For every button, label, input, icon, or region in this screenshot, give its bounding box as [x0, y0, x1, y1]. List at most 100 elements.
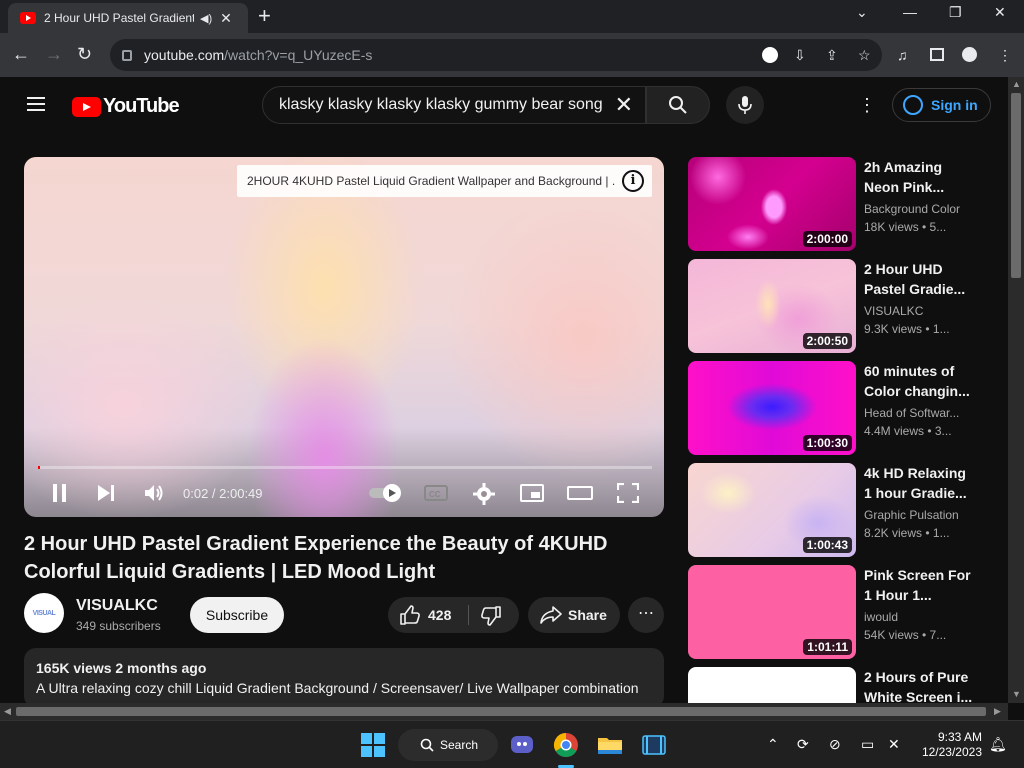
vertical-scrollbar[interactable]: ▲ ▼: [1008, 77, 1024, 703]
horizontal-scroll-thumb[interactable]: [16, 707, 986, 716]
clear-search-icon[interactable]: ✕: [615, 93, 633, 117]
miniplayer-icon[interactable]: [520, 483, 544, 503]
settings-gear-icon[interactable]: [473, 483, 495, 505]
new-tab-button[interactable]: +: [258, 5, 271, 27]
install-app-icon[interactable]: ⇩: [794, 47, 806, 64]
reload-button[interactable]: ↻: [77, 43, 92, 65]
scroll-down-arrow-icon[interactable]: ▼: [1012, 689, 1021, 699]
restore-button[interactable]: ❐: [949, 4, 962, 21]
autoplay-toggle[interactable]: [368, 483, 402, 503]
file-explorer-icon[interactable]: [596, 731, 624, 759]
forward-button[interactable]: →: [45, 43, 63, 65]
media-controls-icon[interactable]: ♫: [897, 47, 908, 63]
description-text: A Ultra relaxing cozy chill Liquid Gradi…: [36, 680, 639, 696]
recommendation-item[interactable]: 2:00:00 2h Amazing Neon Pink... Backgrou…: [688, 157, 988, 251]
bookmark-star-icon[interactable]: ☆: [858, 47, 871, 64]
chrome-menu-icon[interactable]: ⋮: [998, 47, 1012, 64]
channel-avatar[interactable]: VISUAL: [24, 593, 64, 633]
channel-name[interactable]: VISUALKC: [76, 597, 158, 615]
theater-mode-icon[interactable]: [567, 483, 593, 503]
recommendation-item[interactable]: 1:00:30 60 minutes of Color changin... H…: [688, 361, 988, 455]
network-off-icon[interactable]: ⊘: [829, 736, 841, 753]
progress-bar[interactable]: [38, 466, 652, 469]
volume-icon[interactable]: [143, 483, 165, 503]
recommendation-title[interactable]: 2h Amazing Neon Pink...: [864, 157, 974, 197]
recommendation-channel[interactable]: VISUALKC: [864, 304, 974, 318]
windows-taskbar: Search ⌃ ⟳ ⊘ ▭ ✕ 9:33 AM 12/23/2023 🔔︎: [0, 720, 1024, 768]
minimize-button[interactable]: —: [903, 4, 917, 20]
recommendation-channel[interactable]: Background Color: [864, 202, 974, 216]
subscribe-button[interactable]: Subscribe: [190, 597, 284, 633]
lock-icon[interactable]: [122, 49, 132, 61]
tray-overflow-chevron-icon[interactable]: ⌃: [767, 736, 779, 753]
vertical-scroll-thumb[interactable]: [1011, 93, 1021, 278]
profile-icon[interactable]: [962, 47, 977, 62]
scroll-up-arrow-icon[interactable]: ▲: [1012, 79, 1021, 89]
display-icon[interactable]: ▭: [861, 736, 874, 753]
youtube-logo[interactable]: YouTube: [72, 95, 180, 118]
notification-bell-icon[interactable]: 🔔︎: [989, 736, 1007, 753]
google-lens-icon[interactable]: [762, 47, 778, 63]
side-panel-icon[interactable]: [930, 48, 944, 61]
thumbnail[interactable]: 2:00:50: [688, 259, 856, 353]
info-card-bar[interactable]: 2HOUR 4KUHD Pastel Liquid Gradient Wallp…: [237, 165, 652, 197]
recommendation-item[interactable]: 1:01:11 Pink Screen For 1 Hour 1... iwou…: [688, 565, 988, 659]
recommendation-title[interactable]: 2 Hour UHD Pastel Gradie...: [864, 259, 974, 299]
pause-icon[interactable]: [51, 483, 69, 503]
recommendation-item[interactable]: 2:00:50 2 Hour UHD Pastel Gradie... VISU…: [688, 259, 988, 353]
video-player[interactable]: 2HOUR 4KUHD Pastel Liquid Gradient Wallp…: [24, 157, 664, 517]
thumbs-up-icon[interactable]: [400, 605, 420, 625]
guide-menu-icon[interactable]: [27, 97, 45, 111]
captions-icon[interactable]: CC: [424, 483, 448, 503]
taskbar-search[interactable]: Search: [398, 729, 498, 761]
audio-playing-icon[interactable]: ◀): [200, 12, 212, 25]
horizontal-scrollbar[interactable]: ◀ ▶: [0, 703, 1008, 720]
url-text[interactable]: youtube.com/watch?v=q_UYuzecE-s: [144, 47, 372, 63]
recommendation-item[interactable]: 1:00:43 4k HD Relaxing 1 hour Gradie... …: [688, 463, 988, 557]
close-window-button[interactable]: ✕: [994, 4, 1006, 21]
volume-muted-icon[interactable]: ✕: [888, 736, 900, 753]
meet-chat-icon[interactable]: [508, 731, 536, 759]
chrome-app-icon[interactable]: [552, 731, 580, 759]
info-card-title[interactable]: 2HOUR 4KUHD Pastel Liquid Gradient Wallp…: [247, 174, 615, 188]
thumbnail[interactable]: 1:00:43: [688, 463, 856, 557]
like-dislike-group: 428: [388, 597, 519, 633]
windows-start-icon[interactable]: [359, 731, 387, 759]
browser-tab[interactable]: 2 Hour UHD Pastel Gradient ◀) ✕: [8, 3, 248, 33]
search-input[interactable]: klasky klasky klasky klasky gummy bear s…: [262, 86, 646, 124]
more-actions-button[interactable]: ⋯: [628, 597, 664, 633]
recommendation-title[interactable]: 2 Hours of Pure White Screen i...: [864, 667, 974, 703]
tab-search-chevron-icon[interactable]: ⌄: [856, 4, 868, 21]
recommendation-channel[interactable]: iwould: [864, 610, 974, 624]
sign-in-button[interactable]: Sign in: [892, 88, 991, 122]
info-icon[interactable]: i: [622, 170, 644, 192]
recommendation-title[interactable]: 60 minutes of Color changin...: [864, 361, 974, 401]
thumbnail[interactable]: 1:01:11: [688, 565, 856, 659]
close-tab-icon[interactable]: ✕: [220, 10, 232, 27]
sync-icon[interactable]: ⟳: [797, 736, 809, 753]
recommendation-item[interactable]: 2 Hours of Pure White Screen i...: [688, 667, 988, 703]
back-button[interactable]: ←: [12, 43, 30, 65]
search-button[interactable]: [646, 86, 710, 124]
scroll-right-arrow-icon[interactable]: ▶: [994, 706, 1001, 717]
next-video-icon[interactable]: [96, 483, 116, 503]
share-page-icon[interactable]: ⇪: [826, 47, 838, 64]
voice-search-button[interactable]: [726, 86, 764, 124]
settings-kebab-icon[interactable]: ⋮: [858, 95, 876, 116]
share-button[interactable]: Share: [528, 597, 620, 633]
description-box[interactable]: 165K views 2 months ago A Ultra relaxing…: [24, 648, 664, 708]
recommendation-title[interactable]: 4k HD Relaxing 1 hour Gradie...: [864, 463, 974, 503]
thumbnail[interactable]: 2:00:00: [688, 157, 856, 251]
recommendation-title[interactable]: Pink Screen For 1 Hour 1...: [864, 565, 974, 605]
recommendation-channel[interactable]: Graphic Pulsation: [864, 508, 974, 522]
scroll-left-arrow-icon[interactable]: ◀: [4, 706, 11, 717]
thumbs-down-icon[interactable]: [481, 606, 501, 626]
recommendation-channel[interactable]: Head of Softwar...: [864, 406, 974, 420]
search-query-text[interactable]: klasky klasky klasky klasky gummy bear s…: [279, 96, 609, 114]
thumbnail[interactable]: [688, 667, 856, 703]
like-count[interactable]: 428: [428, 607, 451, 623]
system-clock[interactable]: 9:33 AM 12/23/2023: [920, 730, 982, 760]
thumbnail[interactable]: 1:00:30: [688, 361, 856, 455]
fullscreen-icon[interactable]: [617, 483, 639, 503]
media-player-icon[interactable]: [640, 731, 668, 759]
